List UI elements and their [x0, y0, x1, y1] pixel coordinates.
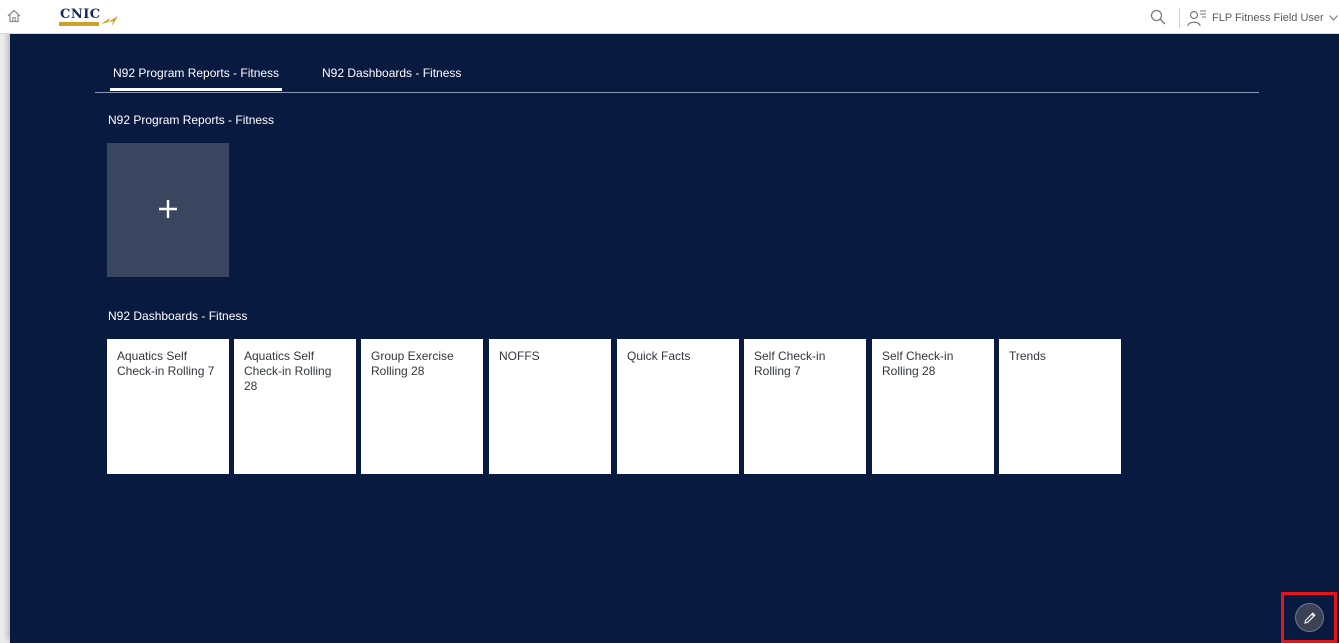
tile-title: Group Exercise Rolling 28 — [371, 349, 454, 378]
tile-self-check-in-rolling-28[interactable]: Self Check-in Rolling 28 — [872, 339, 994, 474]
pencil-icon — [1304, 612, 1316, 624]
section-tab-bar: N92 Program Reports - Fitness N92 Dashbo… — [95, 60, 1259, 93]
user-icon — [1187, 10, 1206, 27]
user-menu[interactable]: FLP Fitness Field User — [1187, 7, 1338, 29]
tile-aquatics-self-check-in-rolling-28[interactable]: Aquatics Self Check-in Rolling 28 — [234, 339, 356, 474]
search-button[interactable] — [1150, 9, 1168, 27]
search-icon — [1150, 9, 1166, 25]
shell-bar: CNIC FLP Fitness Field User — [0, 0, 1339, 34]
tile-trends[interactable]: Trends — [999, 339, 1121, 474]
launchpad-background — [10, 8, 1339, 643]
tab-dashboards[interactable]: N92 Dashboards - Fitness — [322, 66, 461, 80]
plus-icon — [159, 200, 177, 218]
cnic-logo[interactable]: CNIC — [57, 7, 121, 30]
tile-noffs[interactable]: NOFFS — [489, 339, 611, 474]
tile-title: Self Check-in Rolling 7 — [754, 349, 826, 378]
tile-title: Trends — [1009, 349, 1046, 363]
shell-divider — [1179, 8, 1180, 28]
user-name: FLP Fitness Field User — [1212, 12, 1324, 24]
add-tile-button[interactable] — [107, 143, 229, 277]
edit-home-page-button[interactable] — [1295, 603, 1324, 632]
tab-program-reports[interactable]: N92 Program Reports - Fitness — [109, 66, 283, 91]
tile-title: Quick Facts — [627, 349, 691, 363]
tile-group-exercise-rolling-28[interactable]: Group Exercise Rolling 28 — [361, 339, 483, 474]
home-button[interactable] — [0, 6, 28, 28]
tile-title: Aquatics Self Check-in Rolling 28 — [244, 349, 332, 393]
tile-quick-facts[interactable]: Quick Facts — [617, 339, 739, 474]
tile-aquatics-self-check-in-rolling-7[interactable]: Aquatics Self Check-in Rolling 7 — [107, 339, 229, 474]
tile-self-check-in-rolling-7[interactable]: Self Check-in Rolling 7 — [744, 339, 866, 474]
section-title-dashboards: N92 Dashboards - Fitness — [108, 309, 248, 323]
tile-title: Aquatics Self Check-in Rolling 7 — [117, 349, 215, 378]
section-title-reports: N92 Program Reports - Fitness — [108, 113, 275, 127]
tile-title: NOFFS — [499, 349, 540, 363]
chevron-down-icon — [1328, 15, 1338, 21]
tile-title: Self Check-in Rolling 28 — [882, 349, 954, 378]
home-icon — [7, 9, 21, 23]
